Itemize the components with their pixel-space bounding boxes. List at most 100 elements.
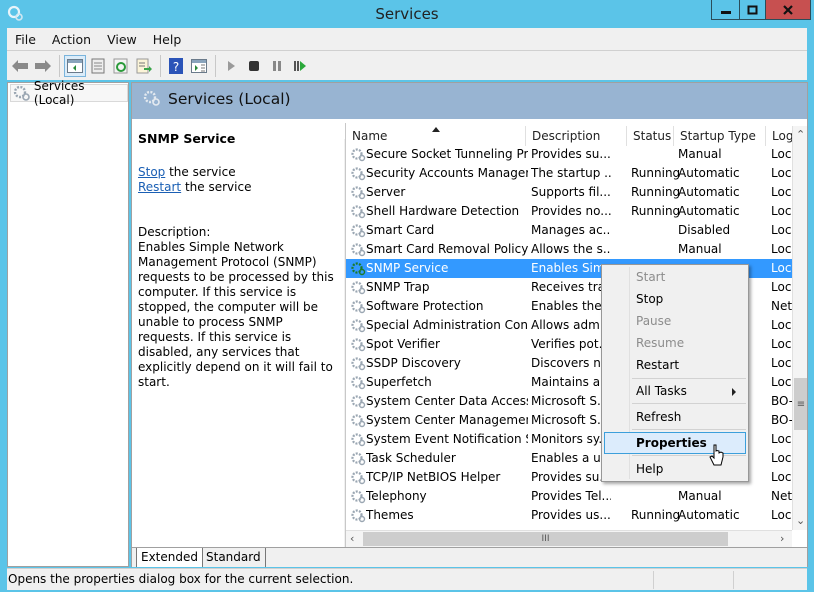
service-description-cell: Manages ac... (531, 223, 611, 237)
horizontal-scrollbar[interactable]: ‹ III › (346, 530, 792, 547)
menu-item-label: Start (636, 270, 666, 284)
service-row[interactable]: Themes Provides us... Running Automatic Loc (346, 506, 792, 525)
service-row[interactable]: Shell Hardware Detection Provides no... Ru… (346, 202, 792, 221)
column-header-name[interactable]: Name (346, 126, 526, 146)
service-name: SSDP Discovery (366, 356, 461, 370)
stop-service-link[interactable]: Stop (138, 165, 165, 179)
stop-service-icon (249, 60, 259, 71)
service-name: Themes (366, 508, 414, 522)
refresh-button[interactable] (110, 55, 132, 77)
selected-service-name: SNMP Service (138, 131, 236, 146)
restart-service-icon (294, 60, 306, 71)
context-menu-item-stop[interactable]: Stop (604, 288, 746, 310)
context-menu: Start Stop Pause Resume Restart All Tasks Refr… (601, 264, 749, 482)
service-name: Smart Card Removal Policy (366, 242, 528, 256)
context-menu-item-all-tasks[interactable]: All Tasks (604, 380, 746, 402)
service-gear-icon (351, 243, 366, 257)
service-name: Telephony (366, 489, 427, 503)
help-button[interactable]: ? (165, 55, 187, 77)
service-description-cell: The startup ... (531, 166, 611, 180)
toolbar-separator (59, 54, 60, 77)
pause-service-icon (273, 60, 281, 71)
column-header-startup-type[interactable]: Startup Type (674, 126, 766, 146)
menu-file[interactable]: File (7, 32, 44, 47)
console-tree: Services (Local) (7, 79, 129, 567)
service-name: Smart Card (366, 223, 435, 237)
menu-separator (632, 378, 746, 379)
menu-item-label: Resume (636, 336, 685, 350)
context-menu-item-start[interactable]: Start (604, 266, 746, 288)
service-startup-type: Automatic (678, 204, 740, 218)
pause-service-button[interactable] (266, 55, 288, 77)
show-hide-action-pane-button[interactable] (188, 55, 210, 77)
properties-button[interactable] (87, 55, 109, 77)
service-startup-type: Automatic (678, 166, 740, 180)
menu-help[interactable]: Help (145, 32, 190, 47)
stop-service-button[interactable] (243, 55, 265, 77)
service-gear-icon (351, 376, 366, 390)
service-gear-icon (351, 395, 366, 409)
scroll-up-icon[interactable]: ⌃ (796, 128, 805, 141)
service-startup-type: Disabled (678, 223, 731, 237)
tree-item-services-local[interactable]: Services (Local) (10, 79, 128, 107)
submenu-arrow-icon (732, 388, 736, 396)
context-menu-item-refresh[interactable]: Refresh (604, 406, 746, 428)
service-startup-type: Automatic (678, 508, 740, 522)
service-name: Server (366, 185, 406, 199)
maximize-button[interactable] (739, 0, 766, 20)
minimize-button[interactable] (711, 0, 740, 20)
title-bar: Services (0, 0, 814, 28)
service-name: Task Scheduler (366, 451, 456, 465)
vertical-scroll-thumb[interactable]: ≡ (794, 378, 807, 430)
menu-item-label: Stop (636, 292, 664, 306)
menu-view[interactable]: View (99, 32, 145, 47)
service-name: Spot Verifier (366, 337, 440, 351)
maximize-icon (747, 5, 757, 14)
tab-standard[interactable]: Standard (202, 548, 266, 567)
menu-action[interactable]: Action (44, 32, 99, 47)
service-name: SNMP Trap (366, 280, 430, 294)
close-button[interactable] (765, 0, 811, 20)
column-header-status[interactable]: Status (627, 126, 674, 146)
service-startup-type: Manual (678, 147, 722, 161)
service-gear-icon (351, 148, 366, 162)
scroll-right-icon[interactable]: › (780, 532, 784, 545)
service-gear-icon (351, 224, 366, 238)
service-description: Description: Enables Simple Network Mana… (138, 225, 342, 390)
service-gear-icon (351, 490, 366, 504)
tab-extended[interactable]: Extended (136, 548, 203, 567)
restart-service-link[interactable]: Restart (138, 180, 181, 194)
context-menu-item-resume[interactable]: Resume (604, 332, 746, 354)
show-hide-console-tree-button[interactable] (64, 54, 86, 77)
restart-service-button[interactable] (289, 55, 311, 77)
start-service-button[interactable] (220, 55, 242, 77)
vertical-scrollbar[interactable]: ⌃ ≡ ⌄ (792, 126, 807, 530)
menu-item-label: Refresh (636, 410, 682, 424)
column-header-description[interactable]: Description (526, 126, 627, 146)
scroll-left-icon[interactable]: ‹ (350, 532, 354, 545)
view-tabs: Extended Standard (132, 547, 807, 567)
service-row[interactable]: Security Accounts Manager The startup ...… (346, 164, 792, 183)
context-menu-item-pause[interactable]: Pause (604, 310, 746, 332)
export-list-button[interactable] (133, 55, 155, 77)
service-gear-icon (351, 338, 366, 352)
mouse-cursor-icon (709, 444, 724, 466)
menu-item-label: Pause (636, 314, 672, 328)
forward-button[interactable] (32, 55, 54, 77)
context-menu-item-restart[interactable]: Restart (604, 354, 746, 376)
scroll-down-icon[interactable]: ⌄ (796, 514, 805, 527)
service-row[interactable]: Server Supports fil... Running Automatic Loc (346, 183, 792, 202)
service-description-cell: Provides su... (531, 470, 611, 484)
forward-arrow-icon (35, 59, 51, 72)
service-row[interactable]: Telephony Provides Tel... Manual Net (346, 487, 792, 506)
service-row[interactable]: Smart Card Removal Policy Allows the s...… (346, 240, 792, 259)
back-button[interactable] (9, 55, 31, 77)
menu-item-label: All Tasks (636, 384, 687, 398)
service-name: Software Protection (366, 299, 484, 313)
service-description-cell: Discovers n... (531, 356, 611, 370)
service-row[interactable]: Smart Card Manages ac... Disabled Loc (346, 221, 792, 240)
column-header-log-on-as[interactable]: Log (766, 126, 793, 146)
service-row[interactable]: Secure Socket Tunneling Pr... Provides su… (346, 145, 792, 164)
svg-text:?: ? (173, 60, 179, 74)
horizontal-scroll-thumb[interactable]: III (363, 532, 728, 546)
